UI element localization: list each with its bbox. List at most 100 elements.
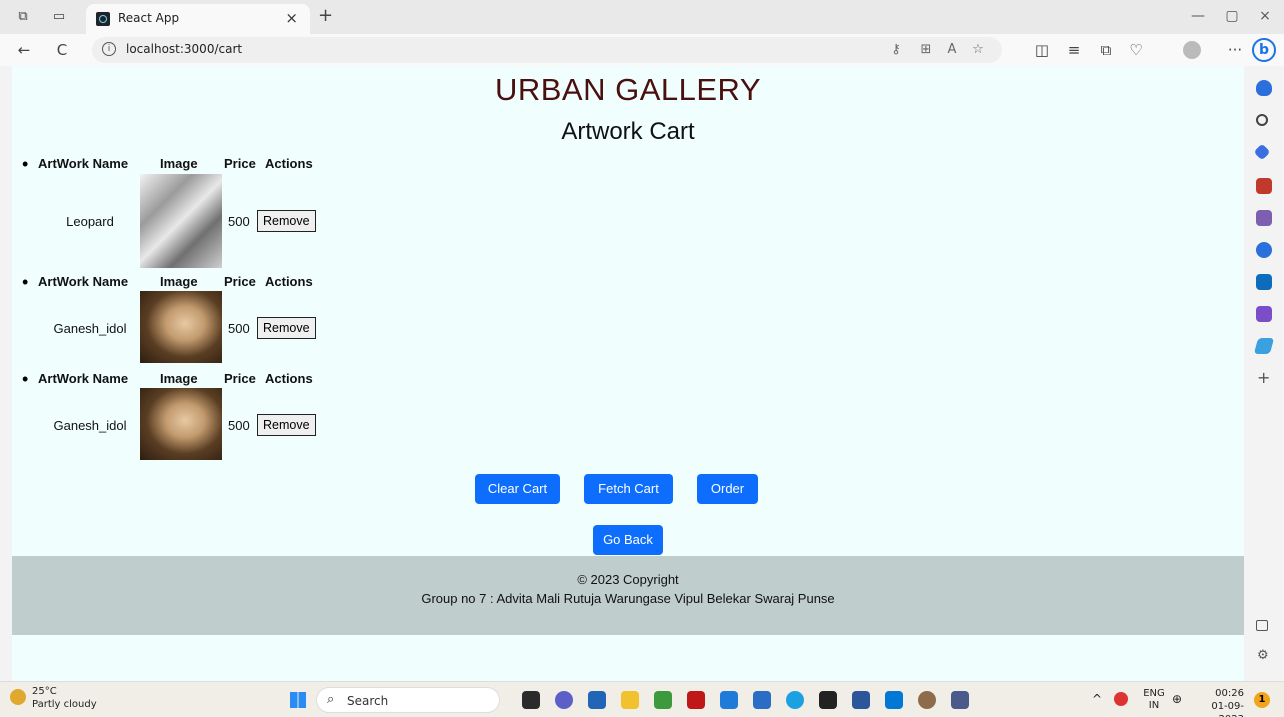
- language-code: ENG: [1143, 688, 1165, 699]
- remove-button[interactable]: Remove: [257, 414, 316, 436]
- collections-icon[interactable]: ⧉: [1096, 41, 1116, 59]
- order-button[interactable]: Order: [697, 474, 758, 504]
- weather-condition: Partly cloudy: [32, 699, 97, 710]
- l-app-icon[interactable]: [720, 691, 738, 709]
- artwork-price: 500: [228, 418, 250, 433]
- navigation-bar: ← C i localhost:3000/cart ⚷ ⊞ A ☆ ◫ ≡ ⧉ …: [0, 34, 1284, 66]
- header-artwork-name: ArtWork Name: [38, 274, 129, 289]
- mcafee-icon[interactable]: [687, 691, 705, 709]
- artwork-image-leopard: [140, 174, 222, 268]
- shopping-tag-icon[interactable]: [1253, 143, 1271, 161]
- header-actions: Actions: [265, 371, 313, 386]
- address-bar[interactable]: i localhost:3000/cart ⚷ ⊞ A ☆: [92, 37, 1002, 63]
- more-menu-button[interactable]: ···: [1225, 41, 1245, 59]
- task-view-icon[interactable]: [522, 691, 540, 709]
- app-icon[interactable]: [918, 691, 936, 709]
- remove-button[interactable]: Remove: [257, 317, 316, 339]
- restore-button[interactable]: ▢: [1222, 8, 1242, 24]
- tray-app-icon[interactable]: [1114, 692, 1128, 706]
- word-icon[interactable]: [852, 691, 870, 709]
- favorite-star-icon[interactable]: ☆: [970, 42, 986, 57]
- footer: © 2023 Copyright Group no 7 : Advita Mal…: [12, 556, 1244, 635]
- terminal-icon[interactable]: [819, 691, 837, 709]
- notification-bell-icon[interactable]: [1256, 80, 1272, 96]
- key-icon[interactable]: ⚷: [888, 42, 904, 57]
- read-aloud-icon[interactable]: A: [944, 42, 960, 57]
- designer-icon[interactable]: [1256, 306, 1272, 322]
- bing-copilot-icon[interactable]: b: [1252, 38, 1276, 62]
- clock-time: 00:26: [1215, 688, 1244, 699]
- notification-badge-icon[interactable]: 1: [1254, 692, 1270, 708]
- tab-actions-icon[interactable]: ▭: [50, 8, 68, 26]
- minimize-button[interactable]: —: [1188, 8, 1208, 24]
- close-window-button[interactable]: ×: [1255, 8, 1275, 24]
- cart-item: • ArtWork Name Image Price Actions Leopa…: [12, 154, 332, 268]
- clear-cart-button[interactable]: Clear Cart: [475, 474, 560, 504]
- workspaces-icon[interactable]: ⧉: [14, 8, 32, 26]
- header-price: Price: [224, 371, 256, 386]
- favorites-icon[interactable]: ≡: [1064, 41, 1084, 59]
- new-tab-button[interactable]: +: [318, 5, 333, 26]
- system-clock[interactable]: 00:26 01-09-2023: [1186, 687, 1244, 717]
- weather-icon: [10, 689, 26, 705]
- sidebar-settings-icon[interactable]: ⚙: [1257, 648, 1269, 663]
- photos-icon[interactable]: [951, 691, 969, 709]
- language-indicator[interactable]: ENG IN: [1140, 688, 1168, 712]
- footer-group-members: Group no 7 : Advita Mali Rutuja Warungas…: [421, 591, 835, 606]
- header-artwork-name: ArtWork Name: [38, 156, 129, 171]
- site-info-icon[interactable]: i: [102, 42, 116, 56]
- footer-copyright: © 2023 Copyright: [577, 572, 679, 587]
- artwork-image-ganesh: [140, 291, 222, 363]
- search-icon[interactable]: [1256, 114, 1268, 126]
- page-content: URBAN GALLERY Artwork Cart • ArtWork Nam…: [12, 66, 1244, 681]
- windows-taskbar: 25°C Partly cloudy ⌕ Search ^ ENG IN ⊕ 0…: [0, 681, 1284, 717]
- green-app-icon[interactable]: [654, 691, 672, 709]
- cart-item: • ArtWork Name Image Price Actions Ganes…: [12, 272, 332, 364]
- performance-icon[interactable]: ♡: [1126, 41, 1146, 59]
- header-image: Image: [160, 274, 198, 289]
- weather-widget[interactable]: 25°C Partly cloudy: [10, 685, 97, 711]
- edge-sidebar: + ⚙: [1244, 66, 1284, 681]
- add-sidebar-app-icon[interactable]: +: [1257, 368, 1270, 387]
- games-icon[interactable]: [1256, 210, 1272, 226]
- list-bullet: •: [22, 369, 29, 389]
- tray-overflow-chevron-icon[interactable]: ^: [1092, 693, 1102, 705]
- tools-briefcase-icon[interactable]: [1256, 178, 1272, 194]
- outlook-icon[interactable]: [1256, 274, 1272, 290]
- react-favicon-icon: [96, 12, 110, 26]
- artwork-image-ganesh: [140, 388, 222, 460]
- start-button-icon[interactable]: [290, 692, 306, 708]
- edge-browser-icon[interactable]: [786, 691, 804, 709]
- header-price: Price: [224, 156, 256, 171]
- back-button[interactable]: ←: [14, 41, 34, 59]
- split-screen-icon[interactable]: ◫: [1032, 41, 1052, 59]
- go-back-button[interactable]: Go Back: [593, 525, 663, 555]
- chat-icon[interactable]: [555, 691, 573, 709]
- network-icon[interactable]: ⊕: [1172, 693, 1182, 705]
- list-bullet: •: [22, 272, 29, 292]
- artwork-name: Ganesh_idol: [53, 321, 127, 336]
- app-available-icon[interactable]: ⊞: [918, 42, 934, 57]
- search-icon: ⌕: [327, 692, 335, 707]
- vscode-icon[interactable]: [885, 691, 903, 709]
- hide-sidebar-icon[interactable]: [1256, 620, 1268, 631]
- taskbar-search[interactable]: ⌕ Search: [316, 687, 500, 713]
- drop-icon[interactable]: [1253, 338, 1275, 354]
- file-explorer-icon[interactable]: [621, 691, 639, 709]
- microsoft-365-icon[interactable]: [1256, 242, 1272, 258]
- profile-avatar[interactable]: [1183, 41, 1201, 59]
- browser-tab[interactable]: React App ×: [86, 4, 310, 34]
- mail-icon[interactable]: [753, 691, 771, 709]
- refresh-button[interactable]: C: [52, 41, 72, 59]
- remove-button[interactable]: Remove: [257, 210, 316, 232]
- tab-close-button[interactable]: ×: [285, 9, 298, 27]
- url-text[interactable]: localhost:3000/cart: [126, 42, 242, 56]
- artwork-name: Ganesh_idol: [53, 418, 127, 433]
- r-app-icon[interactable]: [588, 691, 606, 709]
- list-bullet: •: [22, 154, 29, 174]
- cart-item: • ArtWork Name Image Price Actions Ganes…: [12, 369, 332, 461]
- fetch-cart-button[interactable]: Fetch Cart: [584, 474, 673, 504]
- header-actions: Actions: [265, 274, 313, 289]
- search-label: Search: [347, 694, 389, 708]
- cart-title: Artwork Cart: [561, 118, 695, 145]
